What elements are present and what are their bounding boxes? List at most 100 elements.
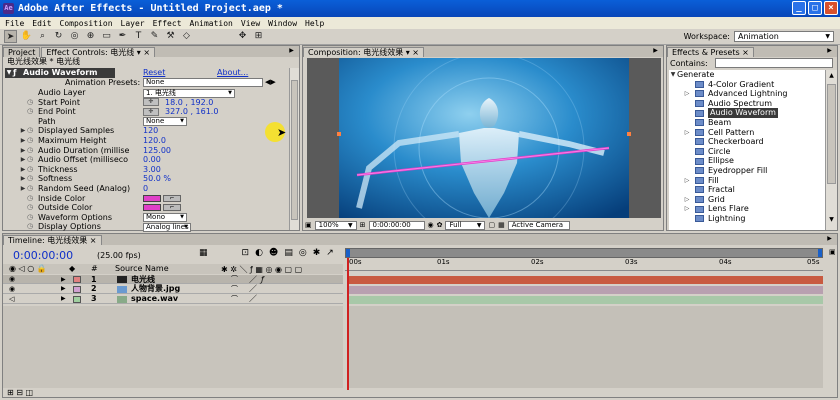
stopwatch-icon[interactable]: ◷ bbox=[27, 165, 35, 175]
crosshair-icon[interactable]: ✛ bbox=[143, 107, 159, 116]
effect-property-row[interactable]: ◷ Outside Color ⌐ bbox=[5, 203, 287, 213]
menu-layer[interactable]: Layer bbox=[121, 19, 145, 28]
effect-preset-item[interactable]: ▷ Advanced Lightning bbox=[669, 89, 825, 99]
hand-tool-icon[interactable]: ✋ bbox=[20, 30, 33, 43]
property-value[interactable]: 120 bbox=[143, 126, 158, 136]
scroll-down-icon[interactable]: ▼ bbox=[827, 216, 836, 226]
quality-switch-icon[interactable]: ／ bbox=[249, 293, 257, 304]
motion-blur-icon[interactable]: ◎ bbox=[299, 248, 307, 258]
panel-menu-icon[interactable]: ▶ bbox=[287, 47, 296, 55]
timeline-side-buttons[interactable]: ▣ bbox=[829, 248, 837, 388]
expand-icon[interactable]: ▶ bbox=[61, 295, 66, 302]
effect-property-row[interactable]: ▶ ◷ Thickness 3.00 bbox=[5, 165, 287, 175]
channel-icon[interactable]: ✿ bbox=[437, 221, 443, 229]
layer-name[interactable]: 人物背景.jpg bbox=[131, 283, 180, 294]
effect-header-audio-waveform[interactable]: ▼ ƒ Audio Waveform bbox=[5, 68, 115, 78]
live-update-icon[interactable]: ⊡ bbox=[242, 248, 250, 258]
layer-row[interactable]: ◁ ▶ 3 space.wav ⌒ ／ bbox=[3, 293, 343, 304]
effect-preset-item[interactable]: Circle bbox=[669, 147, 825, 157]
expand-icon[interactable]: ▶ bbox=[61, 276, 66, 283]
label-color-swatch[interactable] bbox=[73, 295, 81, 303]
effect-property-row[interactable]: ▶ ◷ Displayed Samples 120 bbox=[5, 126, 287, 136]
stopwatch-icon[interactable]: ◷ bbox=[27, 194, 35, 204]
effect-controls-scrollbar[interactable] bbox=[289, 68, 299, 230]
eyedropper-icon[interactable]: ⌐ bbox=[163, 194, 181, 202]
contains-search-input[interactable] bbox=[715, 58, 833, 68]
effect-preset-item[interactable]: Beam bbox=[669, 118, 825, 128]
effect-property-row[interactable]: ▶ ◷ Softness 50.0 % bbox=[5, 174, 287, 184]
eye-icon[interactable]: ◉ bbox=[9, 275, 15, 283]
property-value[interactable]: 3.00 bbox=[143, 165, 161, 175]
effect-property-row[interactable]: ▶ ◷ Random Seed (Analog) 0 bbox=[5, 184, 287, 194]
effect-preset-item[interactable]: Lightning bbox=[669, 214, 825, 224]
stopwatch-icon[interactable]: ◷ bbox=[27, 184, 35, 194]
menu-animation[interactable]: Animation bbox=[190, 19, 233, 28]
effect-property-row[interactable]: ◷ Display Options Analog lines ▼ bbox=[5, 222, 287, 232]
animation-presets-dropdown[interactable]: None bbox=[143, 78, 263, 87]
selection-tool-icon[interactable]: ➤ bbox=[4, 30, 17, 43]
shy-switch-icon[interactable]: ⌒ bbox=[231, 274, 238, 284]
eye-icon[interactable]: ◁ bbox=[9, 295, 14, 303]
menu-view[interactable]: View bbox=[241, 19, 260, 28]
label-color-swatch[interactable] bbox=[73, 285, 81, 293]
menu-window[interactable]: Window bbox=[268, 19, 297, 28]
effect-preset-item[interactable]: 4-Color Gradient bbox=[669, 80, 825, 90]
stopwatch-icon[interactable]: ◷ bbox=[27, 203, 35, 213]
layer-name[interactable]: space.wav bbox=[131, 294, 178, 303]
effect-preset-item[interactable]: Audio Waveform bbox=[669, 108, 825, 118]
menu-file[interactable]: File bbox=[5, 19, 24, 28]
expand-icon[interactable]: ▶ bbox=[19, 126, 27, 136]
shy-switch-icon[interactable]: ⌒ bbox=[231, 294, 238, 304]
timeline-footer-icons[interactable]: ⊞ ⊟ ◫ bbox=[7, 388, 33, 397]
effect-preset-item[interactable]: Checkerboard bbox=[669, 137, 825, 147]
fx-toggle-icon[interactable]: ƒ bbox=[13, 68, 23, 78]
effect-property-row[interactable]: ◷ End Point ✛ 327.0 , 161.0 bbox=[5, 107, 287, 117]
camera-tool-icon[interactable]: ◎ bbox=[68, 30, 81, 43]
about-link[interactable]: About... bbox=[217, 68, 248, 77]
effects-scrollbar[interactable]: ▲ ▼ bbox=[825, 70, 837, 230]
resolution-dropdown[interactable]: Full ▼ bbox=[445, 220, 486, 230]
time-ruler[interactable]: 00s 01s 02s 03s 04s 05s bbox=[345, 258, 823, 271]
zoom-tool-icon[interactable]: ⌕ bbox=[36, 30, 49, 43]
tab-composition[interactable]: Composition: 电光线效果 ▾ × bbox=[303, 47, 425, 57]
effect-property-row[interactable]: ◷ Inside Color ⌐ bbox=[5, 194, 287, 204]
layer-duration-bar[interactable] bbox=[347, 285, 823, 294]
tab-project[interactable]: Project bbox=[3, 47, 41, 57]
axis-mode-icon[interactable]: ⊞ bbox=[252, 30, 265, 43]
camera-dropdown[interactable]: Active Camera bbox=[507, 220, 570, 230]
menu-effect[interactable]: Effect bbox=[153, 19, 182, 28]
effect-property-row[interactable]: Audio Layer 1. 电光线 ▼ bbox=[5, 88, 287, 98]
color-swatch[interactable] bbox=[143, 194, 161, 202]
property-value[interactable]: 0.00 bbox=[143, 155, 161, 165]
effect-preset-item[interactable]: ▷ Fill bbox=[669, 176, 825, 186]
graph-editor-icon[interactable]: ↗ bbox=[326, 248, 334, 258]
preset-nav-icon[interactable]: ◀▶ bbox=[265, 78, 276, 86]
timeline-timecode[interactable]: 0:00:00:00 bbox=[13, 249, 73, 262]
pan-behind-tool-icon[interactable]: ⊕ bbox=[84, 30, 97, 43]
safe-zones-icon[interactable]: ⊞ bbox=[360, 221, 366, 229]
stopwatch-icon[interactable]: ◷ bbox=[27, 98, 35, 108]
region-of-interest-icon[interactable]: ▢ bbox=[488, 221, 495, 229]
stopwatch-icon[interactable]: ◷ bbox=[27, 136, 35, 146]
expand-icon[interactable]: ▶ bbox=[19, 136, 27, 146]
always-preview-icon[interactable]: ▣ bbox=[305, 221, 312, 229]
effect-property-row[interactable]: ◷ Start Point ✛ 18.0 , 192.0 bbox=[5, 98, 287, 108]
eyedropper-icon[interactable]: ⌐ bbox=[163, 204, 181, 212]
property-value[interactable]: 327.0 , 161.0 bbox=[165, 107, 218, 117]
effect-preset-item[interactable]: ▷ Grid bbox=[669, 195, 825, 205]
transparency-grid-icon[interactable]: ▦ bbox=[498, 221, 505, 229]
property-value[interactable]: 120.0 bbox=[143, 136, 166, 146]
close-button[interactable]: × bbox=[824, 1, 838, 15]
effect-preset-item[interactable]: ▷ Lens Flare bbox=[669, 204, 825, 214]
shy-switch-icon[interactable]: ⌒ bbox=[231, 284, 238, 294]
stopwatch-icon[interactable]: ◷ bbox=[27, 126, 35, 136]
property-dropdown[interactable]: 1. 电光线 ▼ bbox=[143, 88, 235, 98]
effect-property-row[interactable]: Path None ▼ bbox=[5, 117, 287, 127]
stopwatch-icon[interactable]: ◷ bbox=[27, 155, 35, 165]
reset-link[interactable]: Reset bbox=[143, 68, 165, 77]
stopwatch-icon[interactable]: ◷ bbox=[27, 222, 35, 232]
zoom-dropdown[interactable]: 100% ▼ bbox=[314, 220, 357, 230]
effect-preset-item[interactable]: ▷ Cell Pattern bbox=[669, 128, 825, 138]
stopwatch-icon[interactable]: ◷ bbox=[27, 146, 35, 156]
eye-icon[interactable]: ◉ bbox=[9, 285, 15, 293]
